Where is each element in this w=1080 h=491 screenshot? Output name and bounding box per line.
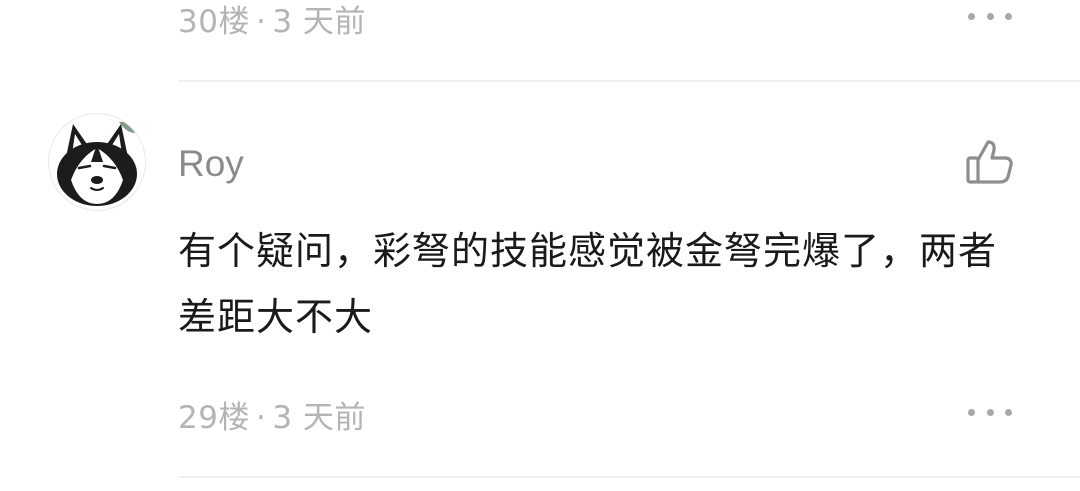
username[interactable]: Roy	[178, 143, 244, 185]
husky-avatar-icon	[57, 121, 139, 206]
more-dot	[986, 408, 994, 416]
more-dot	[1005, 408, 1012, 416]
floor-label: 30楼	[178, 4, 250, 40]
floor-label: 29楼	[178, 400, 250, 436]
comment-divider	[178, 476, 1080, 478]
time-label: 3 天前	[272, 4, 366, 40]
comment-meta: 29楼 · 3 天前	[178, 392, 366, 437]
comment-divider	[178, 80, 1080, 82]
avatar[interactable]	[48, 113, 146, 211]
previous-comment-meta: 30楼 · 3 天前	[178, 0, 366, 41]
more-icon[interactable]	[968, 6, 1012, 26]
more-dot	[1005, 12, 1012, 20]
comment-text: 有个疑问，彩弩的技能感觉被金弩完爆了，两者差距大不大	[178, 229, 998, 339]
thumbs-up-icon[interactable]	[962, 136, 1018, 188]
more-dot	[968, 12, 975, 20]
more-icon[interactable]	[968, 402, 1012, 422]
more-dot	[968, 408, 975, 416]
more-dot	[986, 12, 994, 20]
meta-separator: ·	[255, 4, 267, 40]
meta-separator: ·	[255, 400, 267, 436]
time-label: 3 天前	[272, 400, 366, 436]
